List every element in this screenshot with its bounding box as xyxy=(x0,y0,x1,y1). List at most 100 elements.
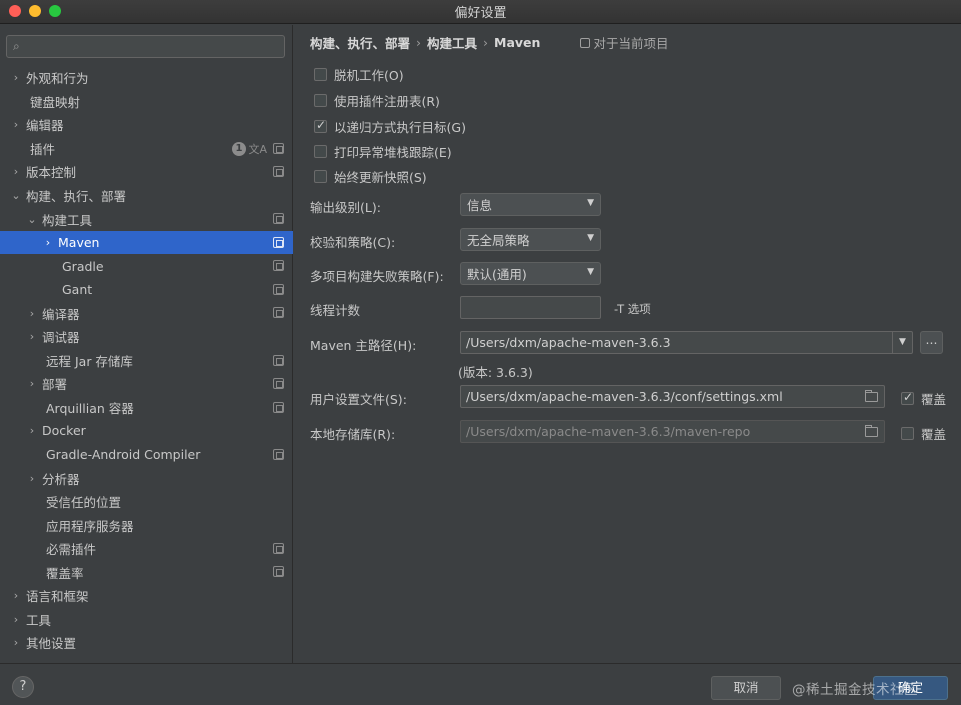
checkbox-label: 使用插件注册表(R) xyxy=(334,94,440,109)
checkbox-label: 以递归方式执行目标(G) xyxy=(334,120,466,135)
select-value: 无全局策略 xyxy=(467,233,530,248)
project-scope-icon xyxy=(273,566,284,578)
checkbox-box-checked[interactable] xyxy=(314,118,327,133)
sidebar-item-deployment[interactable]: › 部署 xyxy=(0,372,293,396)
sidebar-item-gant[interactable]: Gant xyxy=(0,278,293,302)
watermark: @稀土掘金技术社区 xyxy=(792,682,918,698)
sidebar-item-maven[interactable]: › Maven xyxy=(0,230,293,255)
breadcrumb-item[interactable]: 构建工具 xyxy=(427,33,477,52)
settings-sidebar: ⌕ › 外观和行为 键盘映射 › 编辑器 插件 1 文A › 版本控制 ⌄ 构建… xyxy=(0,25,293,663)
sidebar-item-appearance[interactable]: › 外观和行为 xyxy=(0,66,293,90)
sidebar-item-required-plugins[interactable]: 必需插件 xyxy=(0,537,293,561)
override-user-settings-checkbox[interactable]: 覆盖 xyxy=(901,389,946,408)
thread-count-label: 线程计数 xyxy=(310,303,361,318)
folder-icon[interactable] xyxy=(865,425,878,437)
breadcrumb: 构建、执行、部署 › 构建工具 › Maven 对于当前项目 xyxy=(310,33,668,52)
sidebar-item-coverage[interactable]: 覆盖率 xyxy=(0,560,293,584)
sidebar-item-tools[interactable]: › 工具 xyxy=(0,608,293,632)
checksum-policy-select[interactable]: 无全局策略 ▼ xyxy=(460,228,601,251)
close-window-button[interactable] xyxy=(9,5,21,17)
breadcrumb-item: Maven xyxy=(494,35,541,50)
project-scope-label: 对于当前项目 xyxy=(593,36,669,51)
checkbox-box[interactable] xyxy=(314,170,327,183)
sidebar-item-app-servers[interactable]: 应用程序服务器 xyxy=(0,513,293,537)
sidebar-item-gradle[interactable]: Gradle xyxy=(0,254,293,278)
failure-policy-label: 多项目构建失败策略(F): xyxy=(310,269,444,284)
project-scope-icon xyxy=(273,213,284,225)
sidebar-item-other-settings[interactable]: › 其他设置 xyxy=(0,631,293,655)
search-input[interactable] xyxy=(23,39,264,54)
sidebar-item-label: 构建工具 xyxy=(42,212,93,228)
input-value: /Users/dxm/apache-maven-3.6.3/conf/setti… xyxy=(466,389,783,404)
project-scope-icon xyxy=(273,260,284,272)
chevron-down-icon: ⌄ xyxy=(11,189,21,202)
checkbox-box-checked[interactable] xyxy=(901,390,914,405)
sidebar-item-docker[interactable]: › Docker xyxy=(0,419,293,443)
sidebar-item-label: 工具 xyxy=(26,612,52,628)
settings-search[interactable]: ⌕ xyxy=(6,35,285,58)
breadcrumb-separator-icon: › xyxy=(416,35,422,50)
window-controls xyxy=(9,5,61,17)
sidebar-item-label: 覆盖率 xyxy=(46,565,84,581)
title-bar: 偏好设置 xyxy=(0,0,961,24)
sidebar-item-label: 远程 Jar 存储库 xyxy=(46,353,133,369)
browse-maven-home-button[interactable]: ... xyxy=(920,331,943,354)
user-settings-input[interactable]: /Users/dxm/apache-maven-3.6.3/conf/setti… xyxy=(460,385,885,408)
sidebar-item-build-tools[interactable]: ⌄ 构建工具 xyxy=(0,207,293,231)
sidebar-item-remote-jar[interactable]: 远程 Jar 存储库 xyxy=(0,349,293,373)
work-offline-checkbox[interactable]: 脱机工作(O) xyxy=(314,65,404,84)
checkbox-box[interactable] xyxy=(314,94,327,107)
always-update-snapshots-checkbox[interactable]: 始终更新快照(S) xyxy=(314,167,427,186)
sidebar-item-label: Gradle xyxy=(62,258,104,274)
maximize-window-button[interactable] xyxy=(49,5,61,17)
override-local-repo-checkbox[interactable]: 覆盖 xyxy=(901,424,946,443)
thread-count-input[interactable] xyxy=(460,296,601,319)
checkbox-label: 始终更新快照(S) xyxy=(334,170,427,185)
recursive-goals-checkbox[interactable]: 以递归方式执行目标(G) xyxy=(314,117,466,136)
use-plugin-registry-checkbox[interactable]: 使用插件注册表(R) xyxy=(314,91,440,110)
print-stacktrace-checkbox[interactable]: 打印异常堆栈跟踪(E) xyxy=(314,142,452,161)
folder-icon[interactable] xyxy=(865,390,878,402)
sidebar-item-gradle-android-compiler[interactable]: Gradle-Android Compiler xyxy=(0,443,293,467)
sidebar-item-profiler[interactable]: › 分析器 xyxy=(0,466,293,490)
sidebar-item-build-execution-deployment[interactable]: ⌄ 构建、执行、部署 xyxy=(0,184,293,208)
sidebar-item-label: 外观和行为 xyxy=(26,71,89,87)
checkbox-label: 打印异常堆栈跟踪(E) xyxy=(334,145,452,160)
sidebar-item-label: Docker xyxy=(42,423,86,439)
select-value: 信息 xyxy=(467,198,493,213)
sidebar-item-editor[interactable]: › 编辑器 xyxy=(0,113,293,137)
help-button[interactable]: ? xyxy=(12,676,34,698)
output-level-select[interactable]: 信息 ▼ xyxy=(460,193,601,216)
sidebar-item-debugger[interactable]: › 调试器 xyxy=(0,325,293,349)
chevron-right-icon: › xyxy=(13,118,19,132)
failure-policy-select[interactable]: 默认(通用) ▼ xyxy=(460,262,601,285)
project-scope-icon xyxy=(273,283,284,295)
sidebar-item-compiler[interactable]: › 编译器 xyxy=(0,301,293,325)
breadcrumb-item[interactable]: 构建、执行、部署 xyxy=(310,33,410,52)
sidebar-item-plugins[interactable]: 插件 1 文A xyxy=(0,137,293,161)
local-repo-input[interactable]: /Users/dxm/apache-maven-3.6.3/maven-repo xyxy=(460,420,885,443)
checkbox-box[interactable] xyxy=(314,68,327,81)
checkbox-box[interactable] xyxy=(901,427,914,440)
maven-home-combo[interactable]: /Users/dxm/apache-maven-3.6.3 ▼ xyxy=(460,331,913,354)
update-count-badge: 1 xyxy=(232,141,246,156)
sidebar-item-vcs[interactable]: › 版本控制 xyxy=(0,160,293,184)
cancel-button[interactable]: 取消 xyxy=(711,676,781,700)
minimize-window-button[interactable] xyxy=(29,5,41,17)
dropdown-arrow-icon: ▼ xyxy=(587,198,594,208)
project-scope-note: 对于当前项目 xyxy=(580,33,668,52)
checkbox-box[interactable] xyxy=(314,145,327,158)
sidebar-item-label: 其他设置 xyxy=(26,636,77,652)
maven-version-label: (版本: 3.6.3) xyxy=(458,365,533,380)
select-value: 默认(通用) xyxy=(467,267,527,282)
dialog-footer: ? 取消 确定 @稀土掘金技术社区 xyxy=(0,663,961,705)
sidebar-item-arquillian[interactable]: Arquillian 容器 xyxy=(0,396,293,420)
sidebar-item-label: 语言和框架 xyxy=(26,589,89,605)
project-scope-icon xyxy=(273,448,284,460)
sidebar-item-keymap[interactable]: 键盘映射 xyxy=(0,90,293,114)
sidebar-item-label: Gant xyxy=(62,282,93,298)
sidebar-item-languages-frameworks[interactable]: › 语言和框架 xyxy=(0,584,293,608)
sidebar-item-trusted-locations[interactable]: 受信任的位置 xyxy=(0,490,293,514)
chevron-right-icon: › xyxy=(29,330,35,344)
dropdown-arrow-icon[interactable]: ▼ xyxy=(892,332,912,353)
